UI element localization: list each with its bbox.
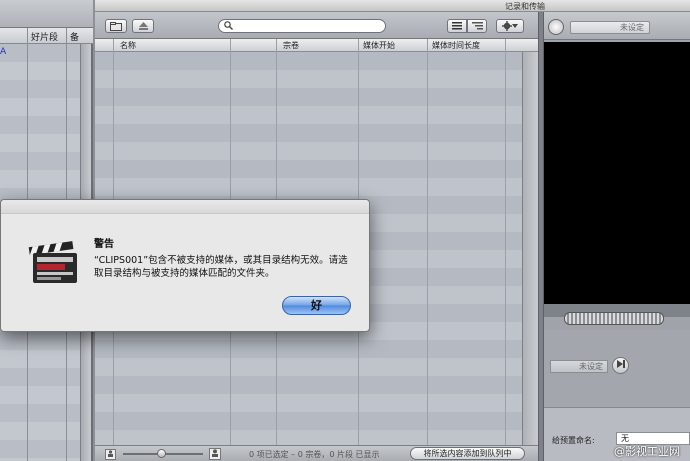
- search-input[interactable]: [218, 19, 386, 33]
- jog-wheel[interactable]: [564, 312, 664, 325]
- zoom-slider-knob[interactable]: [157, 449, 166, 458]
- column-notes[interactable]: 备: [70, 30, 79, 43]
- zoom-in-icon[interactable]: [209, 448, 221, 460]
- preview-pane: 未设定 未设定 给预置命名: 无: [544, 12, 690, 461]
- ok-button[interactable]: 好: [282, 296, 351, 315]
- import-folder-button[interactable]: [105, 19, 127, 33]
- dialog-title: 警告: [94, 239, 114, 250]
- eject-button[interactable]: [132, 19, 154, 33]
- play-to-out-icon: [616, 360, 625, 368]
- column-reel[interactable]: 宗卷: [283, 40, 299, 51]
- list-view-button[interactable]: [447, 19, 467, 33]
- browser-scrollbar[interactable]: [522, 52, 538, 445]
- timecode-dial-icon[interactable]: [548, 19, 564, 35]
- left-toolbar: [0, 0, 93, 28]
- window-titlebar[interactable]: 记录和传输: [95, 0, 690, 12]
- warning-dialog: 警告 “CLIPS001”包含不被支持的媒体，或其目录结构无效。请选取目录结构与…: [0, 199, 370, 332]
- add-selection-to-queue-button[interactable]: 将所选内容添加到队列中: [410, 447, 525, 460]
- search-icon: [224, 21, 233, 33]
- column-name[interactable]: 名称: [120, 40, 136, 51]
- column-divider: [427, 39, 428, 445]
- eject-icon: [138, 22, 148, 30]
- left-row-text[interactable]: A: [0, 47, 6, 57]
- import-folder-icon: [110, 21, 122, 31]
- column-divider: [505, 39, 506, 445]
- thumbnail-view-icon: [471, 22, 483, 30]
- clip-name-field[interactable]: 未设定: [570, 21, 650, 34]
- window-title: 记录和传输: [505, 2, 545, 11]
- chevron-down-icon: [512, 24, 518, 28]
- gear-icon: [502, 21, 512, 31]
- column-media-duration[interactable]: 媒体时间长度: [432, 40, 480, 51]
- in-out-timecode-field[interactable]: 未设定: [550, 360, 608, 373]
- watermark: @影视工业网: [614, 445, 680, 458]
- clapperboard-icon: [28, 241, 77, 283]
- zoom-out-icon[interactable]: [105, 449, 116, 460]
- clip-column-header: 名称 宗卷 媒体开始 媒体时间长度: [95, 39, 538, 52]
- preview-toolbar: 未设定: [544, 12, 690, 40]
- dialog-message: “CLIPS001”包含不被支持的媒体，或其目录结构无效。请选取目录结构与被支持…: [94, 255, 348, 279]
- goto-out-button[interactable]: [612, 357, 629, 374]
- thumbnail-view-button[interactable]: [467, 19, 487, 33]
- video-preview: [544, 42, 690, 304]
- status-text: 0 项已选定 – 0 宗卷，0 片段 已显示: [249, 450, 380, 459]
- action-menu-button[interactable]: [496, 19, 524, 33]
- left-column-header: 好片段 备: [0, 28, 93, 44]
- list-view-icon: [452, 22, 462, 30]
- browser-bottom-bar: 0 项已选定 – 0 宗卷，0 片段 已显示 将所选内容添加到队列中: [95, 445, 538, 461]
- dialog-titlebar: [1, 200, 369, 214]
- column-good-clip[interactable]: 好片段: [31, 30, 58, 43]
- column-media-start[interactable]: 媒体开始: [363, 40, 395, 51]
- preset-label: 给预置命名:: [552, 436, 595, 445]
- browser-toolbar: [95, 12, 538, 39]
